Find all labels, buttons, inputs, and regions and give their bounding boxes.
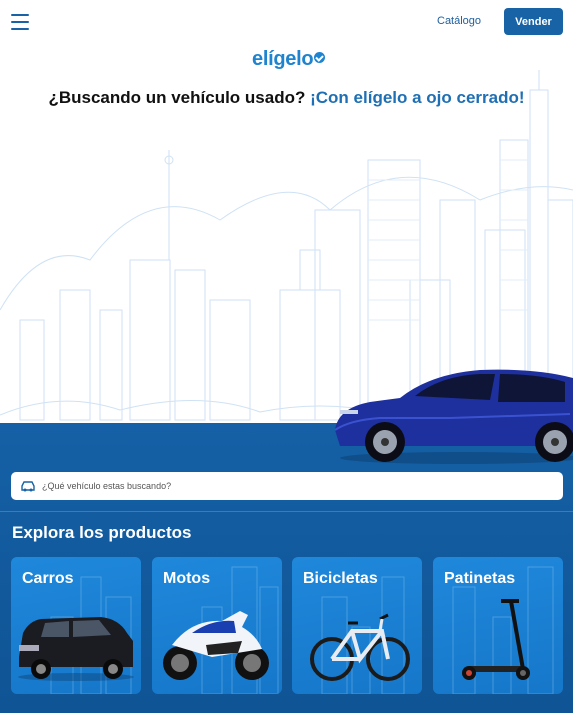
card-label: Patinetas — [444, 570, 516, 587]
product-cards: Carros Motos Bicicletas Patinetas — [11, 557, 563, 694]
suv-image — [18, 617, 134, 681]
blue-sedan-image — [334, 369, 573, 464]
product-card-patinetas[interactable]: Patinetas — [433, 557, 563, 694]
vehicle-search[interactable] — [11, 472, 563, 500]
card-label: Motos — [163, 570, 211, 587]
motorcycle-image — [163, 611, 269, 680]
hero-tagline: ¿Buscando un vehículo usado? ¡Con elígel… — [0, 88, 573, 108]
hamburger-menu-icon[interactable] — [11, 14, 29, 30]
catalog-link[interactable]: Catálogo — [437, 15, 481, 27]
card-label: Carros — [22, 570, 74, 587]
products-title: Explora los productos — [12, 523, 192, 542]
check-icon — [314, 52, 326, 64]
section-divider — [0, 511, 573, 512]
card-label: Bicicletas — [303, 570, 378, 587]
product-card-bicicletas[interactable]: Bicicletas — [292, 557, 422, 694]
logo-text: elígelo — [252, 48, 314, 70]
top-header: Catálogo Vender — [0, 0, 573, 44]
bicycle-image — [310, 613, 410, 681]
car-icon — [21, 481, 35, 492]
sell-button[interactable]: Vender — [504, 8, 563, 35]
product-card-motos[interactable]: Motos — [152, 557, 282, 694]
search-input[interactable] — [42, 481, 542, 491]
elige-logo[interactable]: elígelo — [252, 48, 326, 71]
tagline-answer: ¡Con elígelo a ojo cerrado! — [310, 88, 525, 107]
scooter-image — [462, 599, 530, 680]
tagline-question: ¿Buscando un vehículo usado? — [48, 88, 306, 107]
product-card-carros[interactable]: Carros — [11, 557, 141, 694]
